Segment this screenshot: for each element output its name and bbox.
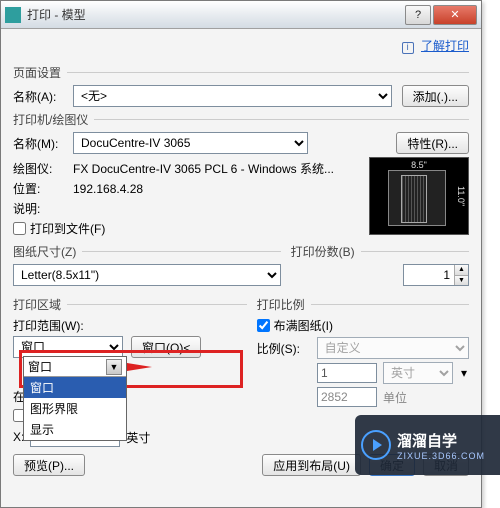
plotter-value: FX DocuCentre-IV 3065 PCL 6 - Windows 系统… — [73, 160, 334, 177]
paper-size-select[interactable]: Letter(8.5x11") — [13, 264, 281, 286]
fit-to-paper-label: 布满图纸(I) — [274, 317, 333, 334]
scale-value-2-input — [317, 387, 377, 407]
window-controls: ? ✕ — [403, 5, 477, 25]
page-setup-row: 名称(A): <无> 添加(.)... — [13, 85, 469, 107]
window-title: 打印 - 模型 — [27, 6, 403, 23]
paper-preview-width: 8.5" — [370, 160, 468, 170]
page-setup-add-button[interactable]: 添加(.)... — [402, 85, 469, 107]
paper-preview: 8.5" 11.0" — [369, 157, 469, 235]
watermark-subtitle: ZIXUE.3D66.COM — [397, 451, 485, 461]
paper-size-heading: 图纸尺寸(Z) — [13, 243, 76, 260]
learn-print-link[interactable]: 了解打印 — [421, 39, 469, 53]
section-page-setup: 页面设置 — [13, 64, 469, 81]
scale-ratio-label: 比例(S): — [257, 340, 311, 357]
page-setup-heading: 页面设置 — [13, 64, 61, 81]
copies-spinner[interactable]: ▲▼ — [403, 264, 469, 286]
printer-name-label: 名称(M): — [13, 135, 73, 152]
print-range-label: 打印范围(W): — [13, 317, 247, 334]
scale-heading: 打印比例 — [257, 296, 305, 313]
location-value: 192.168.4.28 — [73, 182, 143, 196]
print-range-dropdown-field[interactable]: 窗口 ▼ — [24, 357, 126, 377]
print-range-dropdown-open: 窗口 ▼ 窗口 图形界限 显示 — [23, 356, 127, 441]
plotter-label: 绘图仪: — [13, 160, 73, 177]
copies-input[interactable] — [404, 265, 454, 285]
print-range-option-display[interactable]: 显示 — [24, 419, 126, 440]
printer-name-select[interactable]: DocuCentre-IV 3065 — [73, 132, 308, 154]
printer-heading: 打印机/绘图仪 — [13, 111, 88, 128]
app-icon — [5, 7, 21, 23]
scale-unit-2-label: 单位 — [383, 389, 453, 406]
print-to-file-label: 打印到文件(F) — [30, 220, 105, 237]
spinner-up-icon[interactable]: ▲ — [455, 265, 468, 276]
location-label: 位置: — [13, 180, 73, 197]
play-icon — [361, 430, 391, 460]
watermark: 溜溜自学 ZIXUE.3D66.COM — [355, 415, 500, 475]
apply-layout-button[interactable]: 应用到布局(U) — [262, 454, 361, 476]
print-to-file-checkbox[interactable]: 打印到文件(F) — [13, 220, 369, 237]
help-button[interactable]: ? — [405, 5, 431, 25]
info-icon: i — [402, 42, 414, 54]
print-to-file-input[interactable] — [13, 222, 26, 235]
scale-value-1-input — [317, 363, 377, 383]
close-button[interactable]: ✕ — [433, 5, 477, 25]
section-printer: 打印机/绘图仪 — [13, 111, 469, 128]
scale-ratio-select: 自定义 — [317, 337, 469, 359]
watermark-title: 溜溜自学 — [397, 430, 485, 451]
page-setup-name-select[interactable]: <无> — [73, 85, 392, 107]
scale-unit-1-select: 英寸 — [383, 362, 453, 384]
page-setup-name-label: 名称(A): — [13, 88, 73, 105]
fit-to-paper-checkbox[interactable] — [257, 319, 270, 332]
spinner-down-icon[interactable]: ▼ — [455, 276, 468, 286]
printer-properties-button[interactable]: 特性(R)... — [396, 132, 469, 154]
chevron-down-icon[interactable]: ▼ — [106, 359, 122, 375]
desc-label: 说明: — [13, 200, 73, 217]
paper-preview-height: 11.0" — [456, 158, 466, 234]
titlebar: 打印 - 模型 ? ✕ — [1, 1, 481, 29]
print-range-option-extents[interactable]: 图形界限 — [24, 398, 126, 419]
preview-button[interactable]: 预览(P)... — [13, 454, 85, 476]
print-area-heading: 打印区域 — [13, 296, 61, 313]
copies-heading: 打印份数(B) — [291, 243, 355, 260]
offset-x-unit: 英寸 — [126, 429, 150, 446]
printer-name-row: 名称(M): DocuCentre-IV 3065 特性(R)... — [13, 132, 469, 154]
print-range-option-window[interactable]: 窗口 — [24, 377, 126, 398]
help-link-row: i 了解打印 — [13, 35, 469, 60]
